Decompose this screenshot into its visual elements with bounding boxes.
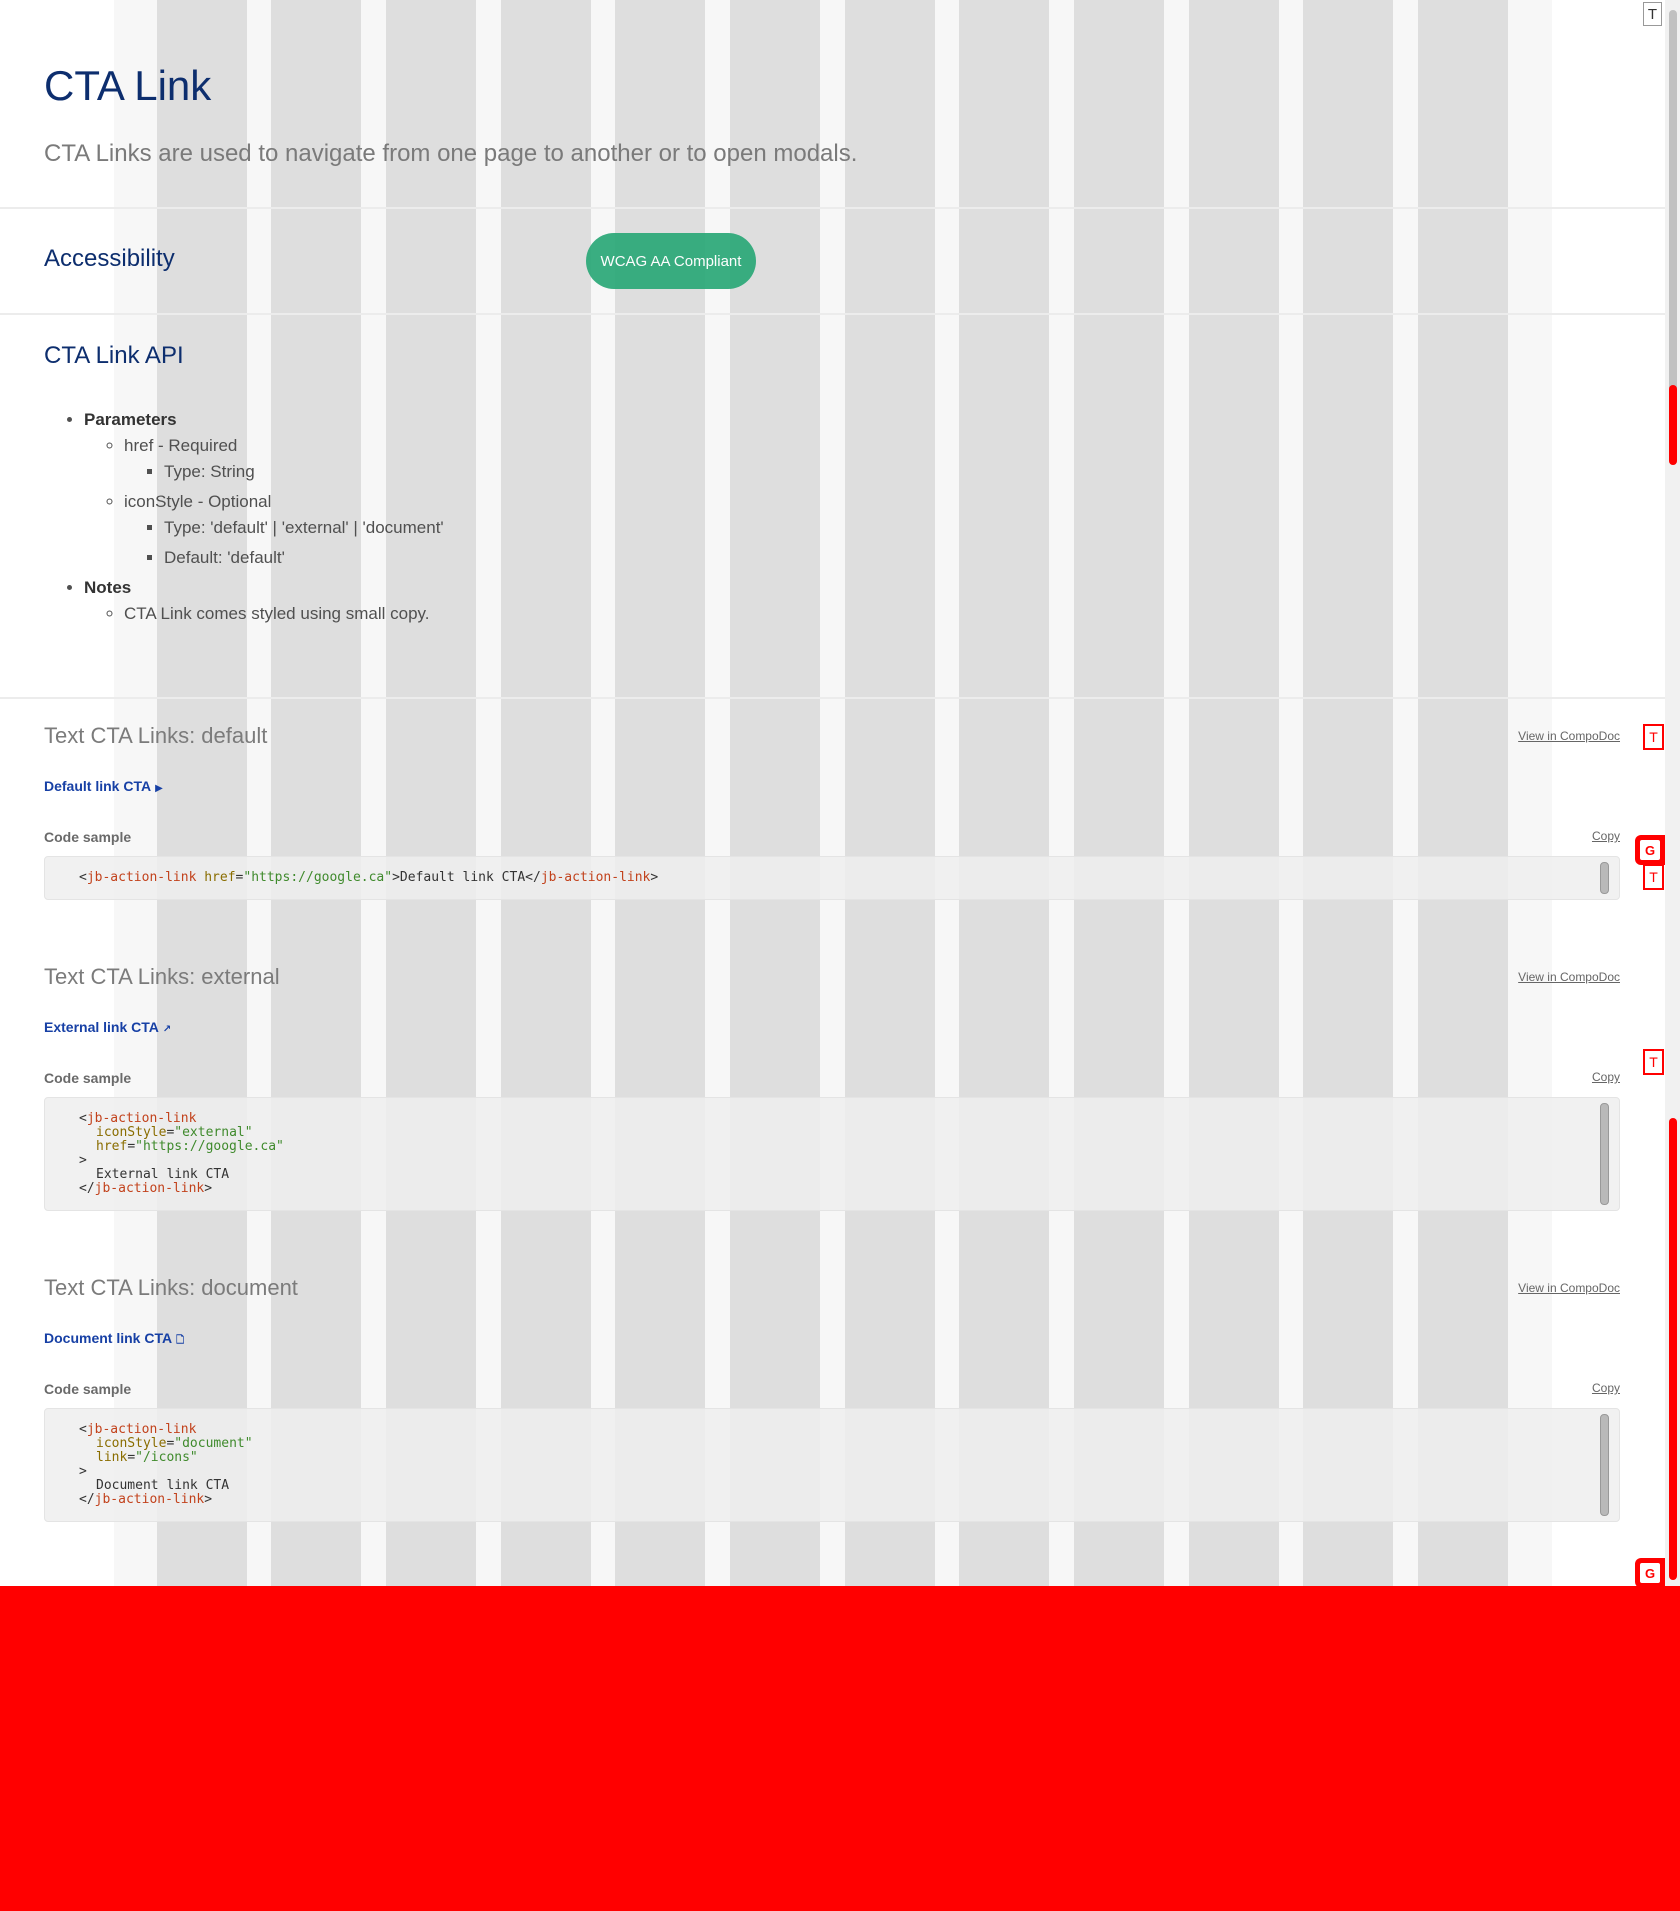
code-sample-label: Code sample [44, 1070, 132, 1086]
code-sample-label: Code sample [44, 829, 132, 845]
page-subtitle: CTA Links are used to navigate from one … [44, 140, 858, 167]
g-badge-label: G [1640, 840, 1660, 860]
code-line: > [79, 1153, 87, 1168]
api-list: Parameters href - Required Type: String … [44, 410, 444, 634]
view-in-compodoc-link[interactable]: View in CompoDoc [1518, 729, 1620, 743]
code-string: "external" [174, 1125, 253, 1140]
code-scrollbar[interactable] [1600, 1103, 1609, 1205]
code-line: <jb-action-link [79, 1422, 197, 1437]
code-line: Document link CTA [96, 1478, 230, 1493]
code-tag: jb-action-link [86, 1111, 197, 1126]
code-attr: href [96, 1139, 128, 1154]
code-line: > [79, 1464, 87, 1479]
g-tool-badge[interactable]: G [1635, 835, 1665, 865]
code-line: iconStyle="external" [96, 1125, 253, 1140]
page-title: CTA Link [44, 62, 212, 109]
section-title-document: Text CTA Links: document [44, 1275, 298, 1300]
external-link-cta[interactable]: External link CTA ↗ [44, 1019, 171, 1035]
wcag-badge: WCAG AA Compliant [586, 233, 756, 289]
list-item: Notes CTA Link comes styled using small … [84, 578, 444, 624]
iconstyle-default: Default: 'default' [164, 548, 285, 567]
list-item: Parameters href - Required Type: String … [84, 410, 444, 568]
code-string: "document" [174, 1436, 253, 1451]
code-line: </jb-action-link> [79, 1181, 213, 1196]
divider [0, 207, 1665, 209]
code-token: > [650, 870, 659, 885]
cta-label: External link CTA [44, 1019, 159, 1035]
text-tool-badge[interactable]: T [1643, 1049, 1664, 1075]
section-title-external: Text CTA Links: external [44, 964, 280, 989]
code-line: </jb-action-link> [79, 1492, 213, 1507]
code-block-external[interactable]: <jb-action-link iconStyle="external" hre… [44, 1097, 1620, 1211]
main-content: CTA Link CTA Links are used to navigate … [0, 0, 1665, 1586]
code-tag: jb-action-link [94, 1181, 205, 1196]
scrollbar-marker [1669, 1118, 1677, 1580]
code-text: >Default link CTA</ [392, 870, 541, 885]
page: CTA Link CTA Links are used to navigate … [0, 0, 1680, 1586]
list-item: Type: 'default' | 'external' | 'document… [164, 518, 444, 538]
code-string: "/icons" [135, 1450, 198, 1465]
code-block-default[interactable]: <jb-action-link href="https://google.ca"… [44, 856, 1620, 900]
text-tool-badge[interactable]: T [1643, 864, 1664, 890]
code-tag: jb-action-link [86, 870, 197, 885]
list-item: iconStyle - Optional Type: 'default' | '… [124, 492, 444, 568]
iconstyle-param: iconStyle - Optional [124, 492, 272, 511]
list-item: CTA Link comes styled using small copy. [124, 604, 444, 624]
notes-text: CTA Link comes styled using small copy. [124, 604, 430, 623]
code-line: iconStyle="document" [96, 1436, 253, 1451]
g-tool-badge[interactable]: G [1635, 1558, 1665, 1586]
code-token: < [79, 870, 87, 885]
code-block-document[interactable]: <jb-action-link iconStyle="document" lin… [44, 1408, 1620, 1522]
code-string: "https://google.ca" [135, 1139, 284, 1154]
iconstyle-type: Type: 'default' | 'external' | 'document… [164, 518, 444, 537]
code-line: External link CTA [96, 1167, 230, 1182]
notes-label: Notes [84, 578, 132, 597]
text-tool-badge[interactable]: T [1643, 2, 1662, 26]
default-link-cta[interactable]: Default link CTA ▶ [44, 778, 163, 794]
caret-right-icon: ▶ [155, 783, 163, 794]
code-tag: jb-action-link [540, 870, 651, 885]
cta-label: Default link CTA [44, 778, 152, 794]
code-tag: jb-action-link [94, 1492, 205, 1507]
code-attr: iconStyle [96, 1125, 167, 1140]
accessibility-heading: Accessibility [44, 245, 175, 272]
code-attr: iconStyle [96, 1436, 167, 1451]
href-type: Type: String [164, 462, 255, 481]
code-line: <jb-action-link [79, 1111, 197, 1126]
scrollbar-marker [1669, 385, 1677, 465]
parameters-label: Parameters [84, 410, 177, 429]
href-param: href - Required [124, 436, 238, 455]
code-scrollbar[interactable] [1600, 862, 1609, 894]
external-arrow-icon: ↗ [162, 1024, 172, 1035]
cta-label: Document link CTA [44, 1330, 173, 1346]
code-line: link="/icons" [96, 1450, 198, 1465]
section-title-default: Text CTA Links: default [44, 723, 268, 748]
code-string: "https://google.ca" [243, 870, 393, 885]
divider [0, 313, 1665, 315]
copy-button[interactable]: Copy [1592, 829, 1620, 843]
api-heading: CTA Link API [44, 342, 184, 369]
view-in-compodoc-link[interactable]: View in CompoDoc [1518, 970, 1620, 984]
text-tool-badge[interactable]: T [1643, 724, 1664, 750]
page-scrollbar[interactable] [1665, 0, 1680, 1586]
document-link-cta[interactable]: Document link CTA 🗋 [44, 1330, 184, 1350]
code-line: href="https://google.ca" [96, 1139, 284, 1154]
g-badge-label: G [1640, 1563, 1660, 1583]
copy-button[interactable]: Copy [1592, 1381, 1620, 1395]
code-scrollbar[interactable] [1600, 1414, 1609, 1516]
document-icon: 🗋 [176, 1335, 185, 1346]
code-tag: jb-action-link [86, 1422, 197, 1437]
code-attr: link [96, 1450, 128, 1465]
view-in-compodoc-link[interactable]: View in CompoDoc [1518, 1281, 1620, 1295]
divider [0, 697, 1665, 699]
list-item: href - Required Type: String [124, 436, 444, 482]
list-item: Type: String [164, 462, 444, 482]
code-attr: href [204, 870, 236, 885]
list-item: Default: 'default' [164, 548, 444, 568]
code-sample-label: Code sample [44, 1381, 132, 1397]
copy-button[interactable]: Copy [1592, 1070, 1620, 1084]
